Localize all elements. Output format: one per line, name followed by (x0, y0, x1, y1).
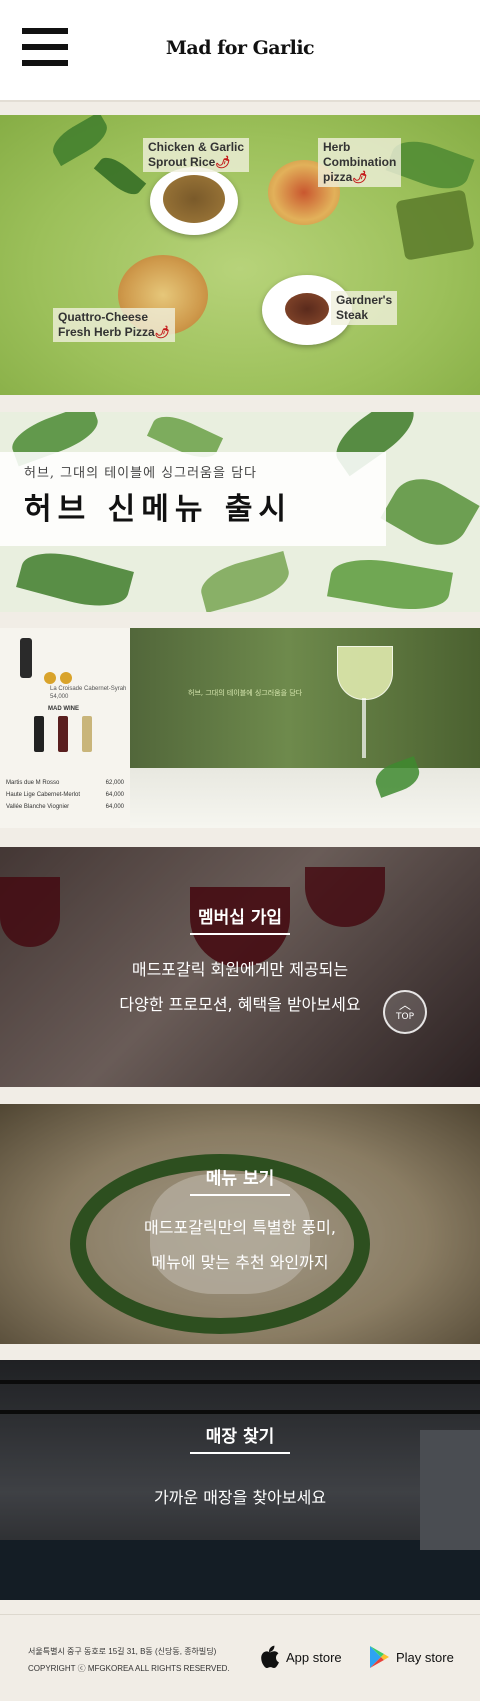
banner-new-herb-menu[interactable]: 허브, 그대의 테이블에 싱그러움을 담다 허브 신메뉴 출시 (0, 412, 480, 612)
scroll-top-button[interactable]: ︿ TOP (383, 990, 427, 1034)
dish-label: Herb Combination pizza🌶 (318, 138, 402, 187)
section-store[interactable]: 매장 찾기 가까운 매장을 찾아보세요 (0, 1360, 480, 1600)
company-info: 서울특별시 중구 동호로 15길 31, B동 (신당동, 종하빌딩) COPY… (28, 1643, 230, 1677)
herb-box (395, 189, 475, 261)
play-store-label: Play store (396, 1649, 454, 1665)
herb-leaf-decoration (196, 551, 294, 612)
apple-icon (261, 1645, 279, 1668)
title-underline (190, 1452, 290, 1454)
wine-bottle (82, 716, 92, 752)
herb-leaf-decoration (93, 151, 147, 201)
featured-wine-name: La Croisade Cabernet-Syrah (50, 686, 127, 692)
dish-steak (285, 293, 329, 325)
wine-row: Haute Lige Cabernet-Merlot 64,000 (0, 792, 130, 798)
app-store-link[interactable]: App store (258, 1645, 342, 1669)
menu-desc-1: 매드포갈릭만의 특별한 풍미, (144, 1218, 336, 1237)
header: Mad for Garlic (0, 0, 480, 102)
arrow-up-icon: ︿ (398, 998, 411, 1012)
banner-herb-wine[interactable]: La Croisade Cabernet-Syrah 54,000 MAD WI… (0, 628, 480, 828)
store-title[interactable]: 매장 찾기 (0, 1422, 480, 1447)
dish-label: Quattro-Cheese Fresh Herb Pizza🌶 (53, 308, 175, 342)
membership-title[interactable]: 멤버십 가입 (0, 903, 480, 928)
brand-logo[interactable]: Mad for Garlic (0, 37, 480, 59)
dish-name: Gardner's Steak (336, 293, 393, 322)
wine-row: Vallée Blanche Viognier 64,000 (0, 804, 130, 810)
app-store-label: App store (286, 1649, 342, 1665)
copyright: COPYRIGHT ⓒ MFGKOREA ALL RIGHTS RESERVED… (28, 1664, 230, 1673)
store-desc: 가까운 매장을 찾아보세요 (153, 1488, 327, 1507)
membership-desc-1: 매드포갈릭 회원에게만 제공되는 (131, 960, 349, 979)
wine-price: 64,000 (105, 792, 124, 798)
wine-name: Martis due M Rosso (6, 780, 60, 786)
wine-name: Vallée Blanche Viognier (6, 804, 70, 810)
spicy-icon: 🌶 (352, 170, 368, 184)
wine-row: Martis due M Rosso 62,000 (0, 780, 130, 786)
dish-label: Chicken & Garlic Sprout Rice🌶 (143, 138, 250, 172)
play-store-link[interactable]: Play store (368, 1645, 454, 1669)
wine-bottle (58, 716, 68, 752)
award-medal-icon (44, 672, 56, 684)
herb-leaf-decoration (380, 466, 480, 558)
wine-price: 62,000 (105, 780, 124, 786)
wine-name: Haute Lige Cabernet-Merlot (6, 792, 81, 798)
wine-glass-stem (362, 698, 366, 758)
herb-leaf-decoration (327, 551, 453, 612)
banner-herb-dishes[interactable]: Chicken & Garlic Sprout Rice🌶 Herb Combi… (0, 115, 480, 395)
top-label: TOP (395, 1012, 414, 1022)
menu-title[interactable]: 메뉴 보기 (0, 1164, 480, 1189)
banner-subtitle: 허브, 그대의 테이블에 싱그러움을 담다 (24, 466, 258, 481)
google-play-icon (370, 1646, 389, 1668)
featured-wine-price: 54,000 (50, 694, 69, 700)
section-membership[interactable]: 멤버십 가입 매드포갈릭 회원에게만 제공되는 다양한 프로모션, 혜택을 받아… (0, 847, 480, 1087)
wine-price: 64,000 (105, 804, 124, 810)
title-underline (190, 1194, 290, 1196)
dish-label: Gardner's Steak (331, 291, 398, 325)
award-medal-icon (60, 672, 72, 684)
menu-desc-2: 메뉴에 맞는 추천 와인까지 (151, 1253, 329, 1272)
table-surface (130, 768, 480, 828)
dish-name: Quattro-Cheese Fresh Herb Pizza (58, 310, 155, 339)
herb-leaf-decoration (16, 543, 134, 612)
address: 서울특별시 중구 동호로 15길 31, B동 (신당동, 종하빌딩) (28, 1647, 217, 1656)
wine-section-label: MAD WINE (48, 706, 79, 712)
dish-chicken-rice (163, 175, 225, 223)
footer: 서울특별시 중구 동호로 15길 31, B동 (신당동, 종하빌딩) COPY… (0, 1614, 480, 1701)
wine-bottle (34, 716, 44, 752)
wine-glass (337, 646, 393, 700)
spicy-icon: 🌶 (215, 155, 231, 169)
title-underline (190, 933, 290, 935)
spicy-icon: 🌶 (154, 325, 170, 339)
banner-tagline: 허브, 그대의 테이블에 싱그러움을 담다 (188, 689, 303, 697)
wine-list-card: La Croisade Cabernet-Syrah 54,000 MAD WI… (0, 628, 130, 828)
section-menu[interactable]: 메뉴 보기 매드포갈릭만의 특별한 풍미, 메뉴에 맞는 추천 와인까지 (0, 1104, 480, 1344)
wine-bottle (20, 638, 32, 678)
banner-title: 허브 신메뉴 출시 (24, 492, 293, 527)
